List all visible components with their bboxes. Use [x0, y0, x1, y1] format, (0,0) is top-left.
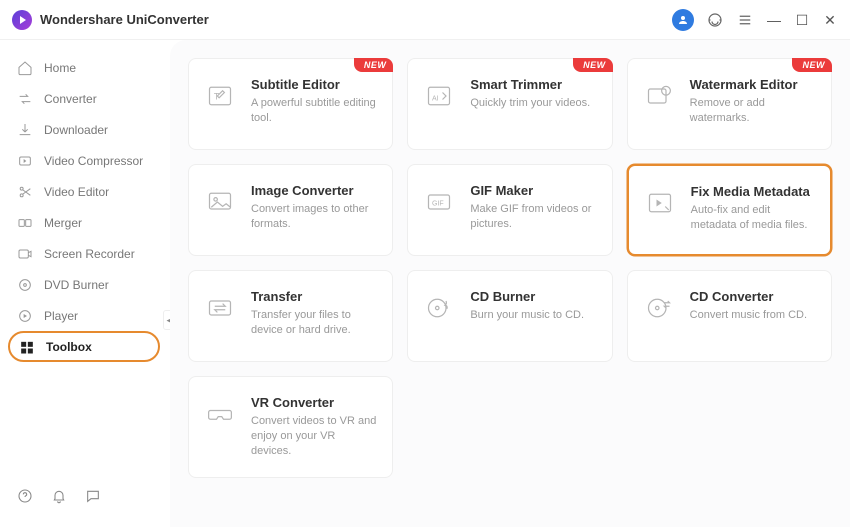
- card-desc: Convert music from CD.: [690, 308, 817, 323]
- sidebar-item-video-compressor[interactable]: Video Compressor: [0, 145, 170, 176]
- svg-text:T: T: [214, 92, 220, 102]
- bell-icon[interactable]: [50, 487, 68, 505]
- card-title: GIF Maker: [470, 183, 597, 198]
- tool-card-smart-trimmer[interactable]: NEW AI Smart Trimmer Quickly trim your v…: [407, 58, 612, 150]
- card-desc: Quickly trim your videos.: [470, 96, 597, 111]
- tool-card-cd-burner[interactable]: CD Burner Burn your music to CD.: [407, 270, 612, 362]
- tool-grid: NEW T Subtitle Editor A powerful subtitl…: [188, 58, 832, 478]
- tool-card-subtitle-editor[interactable]: NEW T Subtitle Editor A powerful subtitl…: [188, 58, 393, 150]
- help-icon[interactable]: [16, 487, 34, 505]
- card-desc: A powerful subtitle editing tool.: [251, 96, 378, 126]
- tool-card-fix-media-metadata[interactable]: Fix Media Metadata Auto-fix and edit met…: [627, 164, 832, 256]
- support-icon[interactable]: [706, 11, 724, 29]
- window-maximize-button[interactable]: ☐: [794, 13, 810, 27]
- tool-card-vr-converter[interactable]: VR Converter Convert videos to VR and en…: [188, 376, 393, 478]
- sidebar-item-downloader[interactable]: Downloader: [0, 114, 170, 145]
- tool-card-watermark-editor[interactable]: NEW Watermark Editor Remove or add water…: [627, 58, 832, 150]
- sidebar-footer: [0, 477, 170, 515]
- tool-card-cd-converter[interactable]: CD Converter Convert music from CD.: [627, 270, 832, 362]
- sidebar-item-converter[interactable]: Converter: [0, 83, 170, 114]
- sidebar: Home Converter Downloader Video Compress…: [0, 40, 170, 527]
- toolbox-icon: [18, 338, 36, 356]
- new-badge: NEW: [573, 58, 613, 72]
- cd-convert-icon: [642, 291, 676, 325]
- card-title: CD Burner: [470, 289, 597, 304]
- image-icon: [203, 185, 237, 219]
- subtitle-icon: T: [203, 79, 237, 113]
- account-avatar-icon[interactable]: [672, 9, 694, 31]
- sidebar-item-toolbox[interactable]: Toolbox: [8, 331, 160, 362]
- card-desc: Auto-fix and edit metadata of media file…: [691, 203, 816, 233]
- disc-icon: [16, 276, 34, 294]
- play-icon: [16, 307, 34, 325]
- sidebar-item-label: Merger: [44, 216, 82, 230]
- sidebar-item-dvd-burner[interactable]: DVD Burner: [0, 269, 170, 300]
- window-close-button[interactable]: ✕: [822, 13, 838, 27]
- svg-text:GIF: GIF: [432, 201, 444, 208]
- sidebar-item-video-editor[interactable]: Video Editor: [0, 176, 170, 207]
- tool-card-gif-maker[interactable]: GIF GIF Maker Make GIF from videos or pi…: [407, 164, 612, 256]
- scissors-icon: [16, 183, 34, 201]
- card-title: Smart Trimmer: [470, 77, 597, 92]
- gif-icon: GIF: [422, 185, 456, 219]
- titlebar: Wondershare UniConverter — ☐ ✕: [0, 0, 850, 40]
- card-title: Watermark Editor: [690, 77, 817, 92]
- watermark-icon: [642, 79, 676, 113]
- home-icon: [16, 59, 34, 77]
- menu-icon[interactable]: [736, 11, 754, 29]
- card-desc: Transfer your files to device or hard dr…: [251, 308, 378, 338]
- sidebar-item-label: Player: [44, 309, 78, 323]
- transfer-icon: [203, 291, 237, 325]
- card-title: CD Converter: [690, 289, 817, 304]
- card-desc: Burn your music to CD.: [470, 308, 597, 323]
- converter-icon: [16, 90, 34, 108]
- card-title: VR Converter: [251, 395, 378, 410]
- compress-icon: [16, 152, 34, 170]
- chat-icon[interactable]: [84, 487, 102, 505]
- card-desc: Convert images to other formats.: [251, 202, 378, 232]
- sidebar-item-label: Toolbox: [46, 340, 92, 354]
- download-icon: [16, 121, 34, 139]
- card-title: Image Converter: [251, 183, 378, 198]
- record-icon: [16, 245, 34, 263]
- sidebar-item-home[interactable]: Home: [0, 52, 170, 83]
- sidebar-item-label: Video Compressor: [44, 154, 143, 168]
- svg-text:AI: AI: [432, 95, 439, 102]
- merge-icon: [16, 214, 34, 232]
- app-window: Wondershare UniConverter — ☐ ✕ Home: [0, 0, 850, 527]
- sidebar-item-label: Home: [44, 61, 76, 75]
- cd-burn-icon: [422, 291, 456, 325]
- card-title: Fix Media Metadata: [691, 184, 816, 199]
- sidebar-item-merger[interactable]: Merger: [0, 207, 170, 238]
- metadata-icon: [643, 186, 677, 220]
- window-minimize-button[interactable]: —: [766, 13, 782, 27]
- trimmer-icon: AI: [422, 79, 456, 113]
- new-badge: NEW: [354, 58, 394, 72]
- sidebar-item-label: Downloader: [44, 123, 108, 137]
- sidebar-item-label: Converter: [44, 92, 97, 106]
- sidebar-item-player[interactable]: Player: [0, 300, 170, 331]
- sidebar-item-screen-recorder[interactable]: Screen Recorder: [0, 238, 170, 269]
- main-content: NEW T Subtitle Editor A powerful subtitl…: [170, 40, 850, 527]
- app-title: Wondershare UniConverter: [40, 12, 209, 27]
- card-title: Transfer: [251, 289, 378, 304]
- vr-icon: [203, 397, 237, 431]
- tool-card-image-converter[interactable]: Image Converter Convert images to other …: [188, 164, 393, 256]
- sidebar-item-label: Video Editor: [44, 185, 109, 199]
- card-desc: Make GIF from videos or pictures.: [470, 202, 597, 232]
- app-logo-icon: [12, 10, 32, 30]
- card-title: Subtitle Editor: [251, 77, 378, 92]
- new-badge: NEW: [792, 58, 832, 72]
- sidebar-nav: Home Converter Downloader Video Compress…: [0, 52, 170, 362]
- titlebar-controls: — ☐ ✕: [672, 9, 838, 31]
- card-desc: Convert videos to VR and enjoy on your V…: [251, 414, 378, 459]
- tool-card-transfer[interactable]: Transfer Transfer your files to device o…: [188, 270, 393, 362]
- sidebar-item-label: DVD Burner: [44, 278, 109, 292]
- card-desc: Remove or add watermarks.: [690, 96, 817, 126]
- sidebar-item-label: Screen Recorder: [44, 247, 135, 261]
